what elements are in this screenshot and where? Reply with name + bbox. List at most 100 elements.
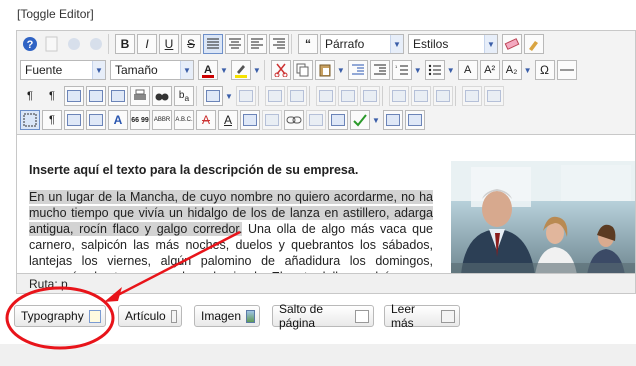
editor-content-area[interactable]: Inserte aquí el texto para la descripció… bbox=[16, 134, 636, 274]
ordered-list-icon[interactable]: 1 bbox=[391, 60, 412, 80]
insert-col-after-icon[interactable] bbox=[410, 86, 431, 106]
insert-table-icon[interactable] bbox=[203, 86, 223, 106]
toolbar-row-2: Fuente ▼ Tamaño ▼ A ▼ ▼ ▼ 1 ▼ ▼ A A² A₂ ▼ … bbox=[20, 59, 579, 81]
outdent-icon[interactable] bbox=[347, 60, 368, 80]
delete-row-icon[interactable] bbox=[359, 86, 380, 106]
blockquote-button[interactable]: “ bbox=[298, 34, 318, 54]
separator bbox=[196, 86, 200, 106]
image-button[interactable]: Imagen bbox=[194, 305, 260, 327]
page-break-icon[interactable] bbox=[404, 110, 425, 130]
align-center-icon[interactable] bbox=[225, 34, 245, 54]
editor-toolbar: ? B I U S “ Párrafo ▼ Estilos ▼ Fuente ▼ Ta… bbox=[16, 30, 636, 134]
format-size-icon[interactable]: A bbox=[457, 60, 478, 80]
special-char-button[interactable]: Ω bbox=[534, 60, 555, 80]
chevron-down-icon[interactable]: ▼ bbox=[372, 116, 380, 125]
replace-icon[interactable]: ba bbox=[174, 86, 194, 106]
image-icon[interactable] bbox=[328, 110, 348, 130]
new-document-icon[interactable] bbox=[42, 34, 62, 54]
cell-props-icon[interactable] bbox=[286, 86, 307, 106]
media-icon[interactable] bbox=[382, 110, 403, 130]
eraser-icon[interactable] bbox=[502, 34, 522, 54]
separator bbox=[308, 86, 313, 106]
visual-aid-icon[interactable] bbox=[20, 110, 40, 130]
page-break-button[interactable]: Salto de página bbox=[272, 302, 374, 330]
chevron-down-icon[interactable]: ▼ bbox=[253, 66, 261, 75]
format-select[interactable]: Párrafo ▼ bbox=[320, 34, 404, 54]
chevron-down-icon[interactable]: ▼ bbox=[524, 66, 532, 75]
acronym-button[interactable]: A.B.C. bbox=[174, 110, 194, 130]
delete-table-icon[interactable] bbox=[235, 86, 256, 106]
print-icon[interactable] bbox=[130, 86, 150, 106]
subscript-button[interactable]: A₂ bbox=[501, 60, 522, 80]
spellcheck-icon[interactable] bbox=[350, 110, 370, 130]
align-justify-icon[interactable] bbox=[203, 34, 223, 54]
undo-icon[interactable] bbox=[64, 34, 84, 54]
typography-button[interactable]: Typography bbox=[14, 305, 106, 327]
fullscreen-icon[interactable] bbox=[64, 86, 84, 106]
bold-button[interactable]: B bbox=[115, 34, 135, 54]
chevron-down-icon[interactable]: ▼ bbox=[220, 66, 228, 75]
cite-button[interactable]: 66 99 bbox=[130, 110, 150, 130]
ins-button[interactable]: A bbox=[218, 110, 238, 130]
size-select[interactable]: Tamaño ▼ bbox=[110, 60, 194, 80]
copy-icon[interactable] bbox=[292, 60, 313, 80]
code-icon[interactable] bbox=[108, 86, 128, 106]
cut-icon[interactable] bbox=[270, 60, 291, 80]
find-icon[interactable] bbox=[152, 86, 172, 106]
style-props-icon[interactable]: A bbox=[108, 110, 128, 130]
attribs-icon[interactable] bbox=[240, 110, 260, 130]
article-button[interactable]: Artículo bbox=[118, 305, 182, 327]
separator bbox=[291, 34, 295, 54]
bottom-bar bbox=[0, 344, 636, 366]
toggle-editor-link[interactable]: [Toggle Editor] bbox=[17, 7, 94, 21]
styles-select[interactable]: Estilos ▼ bbox=[408, 34, 498, 54]
unordered-list-icon[interactable] bbox=[424, 60, 445, 80]
separator bbox=[381, 86, 386, 106]
redo-icon[interactable] bbox=[86, 34, 106, 54]
rtl-direction-button[interactable]: ¶ bbox=[42, 86, 62, 106]
horizontal-rule-icon[interactable] bbox=[556, 60, 577, 80]
row-props-icon[interactable] bbox=[264, 86, 285, 106]
preview-icon[interactable] bbox=[86, 86, 106, 106]
insert-row-after-icon[interactable] bbox=[337, 86, 358, 106]
chevron-down-icon: ▼ bbox=[390, 35, 403, 53]
anchor-icon[interactable] bbox=[262, 110, 282, 130]
insert-row-before-icon[interactable] bbox=[315, 86, 336, 106]
layer-icon[interactable] bbox=[86, 110, 106, 130]
indent-icon[interactable] bbox=[369, 60, 390, 80]
paste-icon[interactable] bbox=[314, 60, 335, 80]
read-more-button[interactable]: Leer más bbox=[384, 302, 460, 330]
brush-icon[interactable] bbox=[524, 34, 544, 54]
underline-button[interactable]: U bbox=[159, 34, 179, 54]
italic-button[interactable]: I bbox=[137, 34, 157, 54]
help-icon[interactable]: ? bbox=[20, 34, 40, 54]
chevron-down-icon[interactable]: ▼ bbox=[414, 66, 422, 75]
separator bbox=[454, 86, 459, 106]
show-blocks-button[interactable]: ¶ bbox=[42, 110, 62, 130]
insert-col-before-icon[interactable] bbox=[388, 86, 409, 106]
font-select[interactable]: Fuente ▼ bbox=[20, 60, 106, 80]
superscript-button[interactable]: A² bbox=[479, 60, 500, 80]
del-button[interactable]: A bbox=[196, 110, 216, 130]
toolbar-row-4: ¶ A 66 99 ABBR A.B.C. A A ▼ bbox=[20, 109, 427, 131]
link-icon[interactable] bbox=[284, 110, 304, 130]
chevron-down-icon: ▼ bbox=[180, 61, 193, 79]
align-left-icon[interactable] bbox=[247, 34, 267, 54]
merge-cells-icon[interactable] bbox=[483, 86, 504, 106]
strikethrough-button[interactable]: S bbox=[181, 34, 201, 54]
template-icon[interactable] bbox=[64, 110, 84, 130]
chevron-down-icon[interactable]: ▼ bbox=[447, 66, 455, 75]
unlink-icon[interactable] bbox=[306, 110, 326, 130]
chevron-down-icon[interactable]: ▼ bbox=[225, 92, 233, 101]
content-heading: Inserte aquí el texto para la descripció… bbox=[29, 163, 359, 177]
highlight-color-icon[interactable] bbox=[230, 60, 251, 80]
typography-button-label: Typography bbox=[21, 309, 84, 323]
abbr-button[interactable]: ABBR bbox=[152, 110, 172, 130]
font-color-icon[interactable]: A bbox=[198, 60, 218, 80]
picture-icon bbox=[246, 309, 255, 323]
ltr-direction-button[interactable]: ¶ bbox=[20, 86, 40, 106]
align-right-icon[interactable] bbox=[269, 34, 289, 54]
delete-col-icon[interactable] bbox=[432, 86, 453, 106]
chevron-down-icon[interactable]: ▼ bbox=[337, 66, 345, 75]
split-cells-icon[interactable] bbox=[461, 86, 482, 106]
